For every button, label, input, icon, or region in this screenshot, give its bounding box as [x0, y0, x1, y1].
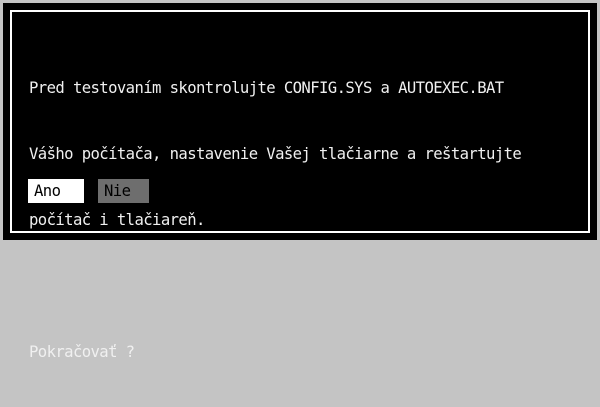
question-text: Pokračovať ?: [29, 343, 135, 361]
yes-button[interactable]: Ano: [28, 179, 84, 203]
message-line-1: Pred testovaním skontrolujte CONFIG.SYS …: [29, 79, 504, 97]
dialog-buttons: Ano Nie: [28, 179, 149, 203]
dialog-message: Pred testovaním skontrolujte CONFIG.SYS …: [29, 33, 522, 407]
confirm-dialog: Pred testovaním skontrolujte CONFIG.SYS …: [3, 3, 597, 361]
message-line-3: počítač i tlačiareň.: [29, 211, 205, 229]
message-line-2: Vášho počítača, nastavenie Vašej tlačiar…: [29, 145, 522, 163]
no-button[interactable]: Nie: [98, 179, 149, 203]
